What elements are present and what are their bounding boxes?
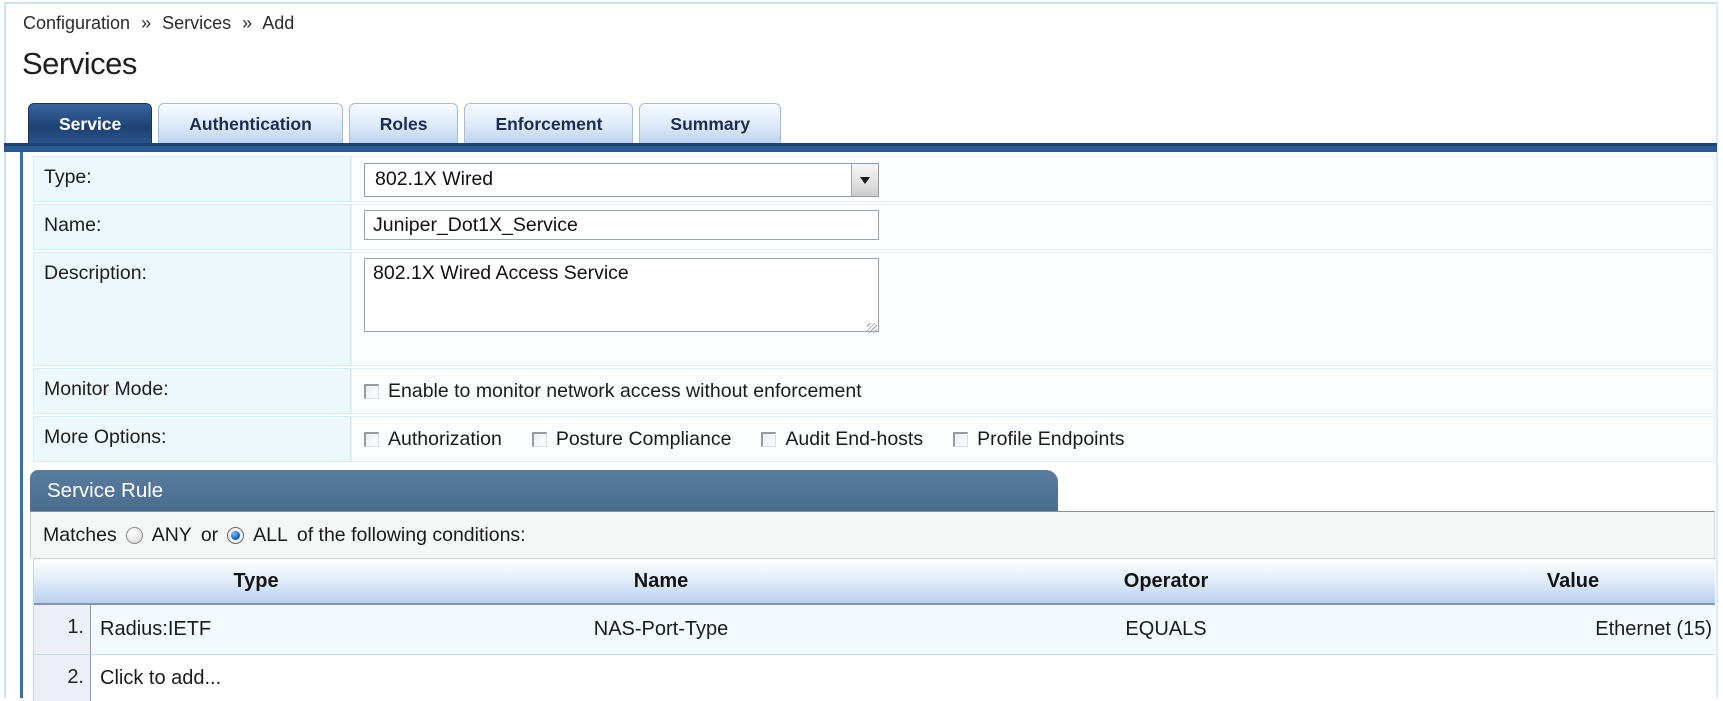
row-number: 2. xyxy=(34,655,91,701)
click-to-add-cell[interactable]: Click to add... xyxy=(91,667,421,690)
condition-row-1[interactable]: 1. Radius:IETF NAS-Port-Type EQUALS Ethe… xyxy=(34,605,1715,655)
page-frame-top xyxy=(4,2,1717,4)
tab-summary[interactable]: Summary xyxy=(639,103,781,143)
header-name: Name xyxy=(421,570,901,593)
monitor-mode-checkbox-label: Enable to monitor network access without… xyxy=(388,380,862,403)
name-label: Name: xyxy=(33,204,351,250)
content-left-rail xyxy=(20,145,23,698)
breadcrumb-add: Add xyxy=(262,13,294,33)
monitor-mode-label: Monitor Mode: xyxy=(33,368,351,414)
matches-any-radio[interactable] xyxy=(126,527,143,544)
tab-enforcement[interactable]: Enforcement xyxy=(464,103,633,143)
form-row-type: Type: 802.1X Wired xyxy=(33,156,1715,202)
tab-bar: Service Authentication Roles Enforcement… xyxy=(28,103,781,143)
name-input[interactable] xyxy=(364,210,879,240)
posture-compliance-checkbox[interactable] xyxy=(532,432,547,447)
breadcrumb-separator: » xyxy=(141,13,151,33)
page-title: Services xyxy=(22,46,137,82)
condition-row-add[interactable]: 2. Click to add... xyxy=(34,655,1715,701)
tab-roles[interactable]: Roles xyxy=(349,103,459,143)
breadcrumb: Configuration » Services » Add xyxy=(23,13,300,34)
matches-suffix: of the following conditions: xyxy=(297,524,526,547)
condition-type-cell[interactable]: Radius:IETF xyxy=(91,618,421,641)
chevron-down-icon xyxy=(860,177,870,184)
condition-value-cell[interactable]: Ethernet (15) xyxy=(1431,618,1715,641)
form-row-description: Description: 802.1X Wired Access Service xyxy=(33,252,1715,366)
conditions-table-header: Type Name Operator Value xyxy=(34,558,1715,605)
page-frame-right xyxy=(1716,2,1718,698)
matches-any-label: ANY xyxy=(152,524,192,547)
row-number: 1. xyxy=(34,605,91,654)
matches-middle: or xyxy=(201,524,218,547)
conditions-table: Type Name Operator Value 1. Radius:IETF … xyxy=(33,558,1715,701)
form-row-more-options: More Options: Authorization Posture Comp… xyxy=(33,416,1715,462)
header-operator: Operator xyxy=(901,570,1431,593)
monitor-mode-checkbox[interactable] xyxy=(364,384,379,399)
condition-name-cell[interactable]: NAS-Port-Type xyxy=(421,618,901,641)
type-label: Type: xyxy=(33,156,351,202)
header-type: Type xyxy=(91,570,421,593)
form-row-name: Name: xyxy=(33,204,1715,250)
authorization-checkbox-label: Authorization xyxy=(388,428,502,451)
tab-authentication[interactable]: Authentication xyxy=(158,103,343,143)
description-label: Description: xyxy=(33,252,351,366)
breadcrumb-services[interactable]: Services xyxy=(162,13,231,33)
posture-compliance-checkbox-label: Posture Compliance xyxy=(556,428,732,451)
type-select[interactable]: 802.1X Wired xyxy=(364,163,879,197)
tab-service[interactable]: Service xyxy=(28,103,152,143)
description-textarea[interactable]: 802.1X Wired Access Service xyxy=(364,258,879,332)
profile-endpoints-checkbox[interactable] xyxy=(953,432,968,447)
type-select-value: 802.1X Wired xyxy=(365,164,851,196)
form-row-monitor-mode: Monitor Mode: Enable to monitor network … xyxy=(33,368,1715,414)
breadcrumb-separator: » xyxy=(242,13,252,33)
condition-operator-cell[interactable]: EQUALS xyxy=(901,618,1431,641)
audit-end-hosts-checkbox-label: Audit End-hosts xyxy=(785,428,923,451)
service-rule-matches-row: Matches ANY or ALL of the following cond… xyxy=(30,511,1715,558)
authorization-checkbox[interactable] xyxy=(364,432,379,447)
tab-bottom-bar xyxy=(4,143,1717,152)
service-rule-section-header: Service Rule xyxy=(30,470,1058,511)
service-form: Type: 802.1X Wired Name: Description: 80… xyxy=(33,156,1715,464)
page-frame-left xyxy=(4,2,6,698)
matches-prefix: Matches xyxy=(43,524,117,547)
audit-end-hosts-checkbox[interactable] xyxy=(761,432,776,447)
textarea-resize-grip[interactable] xyxy=(867,323,877,333)
type-select-dropdown-button[interactable] xyxy=(851,164,878,196)
breadcrumb-configuration[interactable]: Configuration xyxy=(23,13,130,33)
profile-endpoints-checkbox-label: Profile Endpoints xyxy=(977,428,1124,451)
more-options-label: More Options: xyxy=(33,416,351,462)
matches-all-radio[interactable] xyxy=(227,527,244,544)
matches-all-label: ALL xyxy=(253,524,288,547)
header-value: Value xyxy=(1431,570,1715,593)
